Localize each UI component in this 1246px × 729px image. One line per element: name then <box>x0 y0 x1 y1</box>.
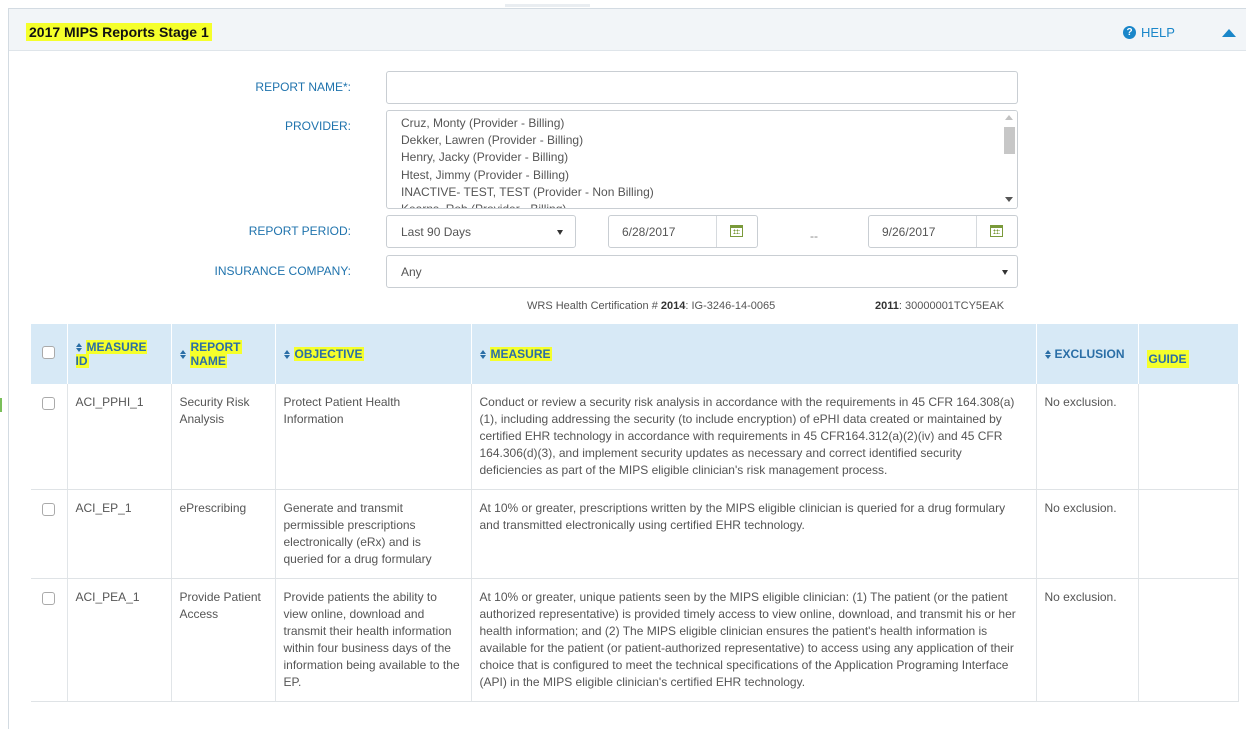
insurance-company-value: Any <box>401 265 422 279</box>
report-name-header-line1: REPORT <box>189 340 242 354</box>
measure-id-cell: ACI_PPHI_1 <box>67 384 172 490</box>
row-select-cell <box>31 384 68 490</box>
report-period-value: Last 90 Days <box>401 225 472 239</box>
chevron-down-icon <box>1002 270 1008 275</box>
date-divider <box>716 216 717 247</box>
sort-icon <box>179 349 186 359</box>
guide-header-label: GUIDE <box>1146 350 1189 368</box>
exclusion-cell: No exclusion. <box>1036 384 1139 490</box>
select-all-header <box>31 324 68 384</box>
chevron-down-icon <box>557 230 563 235</box>
certification-id-2011: : 30000001TCY5EAK <box>898 300 1005 312</box>
certification-year-2014: 2014 <box>660 300 686 312</box>
table-row: ACI_PPHI_1 Security Risk Analysis Protect … <box>31 384 1239 490</box>
report-period-select[interactable]: Last 90 Days <box>386 215 576 248</box>
exclusion-cell: No exclusion. <box>1036 489 1139 579</box>
measure-id-cell: ACI_PEA_1 <box>67 578 172 702</box>
certification-year-2011: 2011 <box>875 300 899 312</box>
sort-icon <box>283 350 290 360</box>
objective-cell: Protect Patient Health Information <box>275 384 472 490</box>
window-top-edge <box>0 0 1246 8</box>
exclusion-header-label: EXCLUSION <box>1054 347 1125 361</box>
measure-cell: Conduct or review a security risk analys… <box>471 384 1037 490</box>
side-indicator <box>0 398 2 412</box>
provider-option[interactable]: Dekker, Lawren (Provider - Billing) <box>401 132 1017 149</box>
insurance-company-select[interactable]: Any <box>386 255 1018 288</box>
objective-cell: Generate and transmit permissible prescr… <box>275 489 472 579</box>
date-range-separator: -- <box>810 229 818 243</box>
guide-cell <box>1138 384 1239 490</box>
provider-option[interactable]: Henry, Jacky (Provider - Billing) <box>401 149 1017 166</box>
end-date-input[interactable]: 9/26/2017 <box>868 215 1018 248</box>
start-date-input[interactable]: 6/28/2017 <box>608 215 758 248</box>
calendar-icon[interactable] <box>990 225 1003 237</box>
row-select-cell <box>31 578 68 702</box>
objective-header-label: OBJECTIVE <box>293 347 364 361</box>
insurance-company-label: INSURANCE COMPANY: <box>214 264 351 278</box>
measures-table: MEASURE ID REPORT NAME OBJECTIVE MEASURE … <box>31 324 1239 702</box>
collapse-up-icon[interactable] <box>1222 29 1236 37</box>
top-tab-mark <box>505 4 590 7</box>
measure-header[interactable]: MEASURE <box>471 324 1037 384</box>
exclusion-header[interactable]: EXCLUSION <box>1036 324 1139 384</box>
provider-option[interactable]: Cruz, Monty (Provider - Billing) <box>401 115 1017 132</box>
measure-id-cell: ACI_EP_1 <box>67 489 172 579</box>
select-all-checkbox[interactable] <box>42 346 56 359</box>
provider-listbox[interactable]: Cruz, Monty (Provider - Billing) Dekker, … <box>386 110 1018 209</box>
provider-scrollbar[interactable] <box>1001 111 1017 208</box>
report-name-header[interactable]: REPORT NAME <box>171 324 276 384</box>
report-name-input[interactable] <box>386 71 1018 104</box>
report-name-header-line2: NAME <box>189 354 227 368</box>
scroll-thumb[interactable] <box>1004 127 1015 154</box>
certification-prefix: WRS Health Certification # <box>527 300 661 312</box>
sort-icon <box>479 350 486 360</box>
row-checkbox[interactable] <box>42 503 56 516</box>
measure-cell: At 10% or greater, prescriptions written… <box>471 489 1037 579</box>
mips-report-panel: 2017 MIPS Reports Stage 1 ? HELP REPORT … <box>8 8 1246 729</box>
certification-id-2014: : IG-3246-14-0065 <box>685 300 776 312</box>
sort-icon <box>75 343 82 353</box>
panel-header: 2017 MIPS Reports Stage 1 ? HELP <box>9 9 1246 51</box>
provider-options: Cruz, Monty (Provider - Billing) Dekker, … <box>387 111 1017 208</box>
question-circle-icon: ? <box>1123 26 1136 39</box>
table-row: ACI_PEA_1 Provide Patient Access Provide p… <box>31 578 1239 702</box>
provider-option[interactable]: Htest, Jimmy (Provider - Billing) <box>401 167 1017 184</box>
sort-icon <box>1044 350 1051 360</box>
scroll-down-icon[interactable] <box>1005 197 1013 202</box>
measure-id-header-label: MEASURE ID <box>75 340 147 368</box>
panel-title: 2017 MIPS Reports Stage 1 <box>26 23 212 41</box>
provider-option[interactable]: Kearns, Rob (Provider - Billing) <box>401 201 1017 208</box>
row-checkbox[interactable] <box>42 592 56 605</box>
provider-label: PROVIDER: <box>284 119 351 133</box>
certification-2014: WRS Health Certification # 2014: IG-3246… <box>527 300 775 312</box>
table-header-row: MEASURE ID REPORT NAME OBJECTIVE MEASURE … <box>31 324 1239 384</box>
measure-id-header[interactable]: MEASURE ID <box>67 324 172 384</box>
guide-cell <box>1138 489 1239 579</box>
date-divider <box>976 216 977 247</box>
exclusion-cell: No exclusion. <box>1036 578 1139 702</box>
provider-option[interactable]: INACTIVE- TEST, TEST (Provider - Non Bil… <box>401 184 1017 201</box>
measure-cell: At 10% or greater, unique patients seen … <box>471 578 1037 702</box>
report-name-cell: Provide Patient Access <box>171 578 276 702</box>
report-name-label: REPORT NAME*: <box>255 80 351 94</box>
guide-header: GUIDE <box>1138 324 1239 384</box>
certification-2011: 2011: 30000001TCY5EAK <box>875 300 1004 312</box>
row-checkbox[interactable] <box>42 397 56 410</box>
report-period-label: REPORT PERIOD: <box>248 224 351 238</box>
objective-header[interactable]: OBJECTIVE <box>275 324 472 384</box>
start-date-value: 6/28/2017 <box>622 225 676 239</box>
row-select-cell <box>31 489 68 579</box>
objective-cell: Provide patients the ability to view onl… <box>275 578 472 702</box>
report-name-cell: Security Risk Analysis <box>171 384 276 490</box>
help-label: HELP <box>1141 25 1175 40</box>
calendar-icon[interactable] <box>730 225 743 237</box>
measure-header-label: MEASURE <box>489 347 552 361</box>
help-link[interactable]: ? HELP <box>1123 25 1175 40</box>
guide-cell <box>1138 578 1239 702</box>
report-name-cell: ePrescribing <box>171 489 276 579</box>
end-date-value: 9/26/2017 <box>882 225 936 239</box>
table-row: ACI_EP_1 ePrescribing Generate and transmi… <box>31 489 1239 579</box>
scroll-up-icon[interactable] <box>1005 115 1013 120</box>
